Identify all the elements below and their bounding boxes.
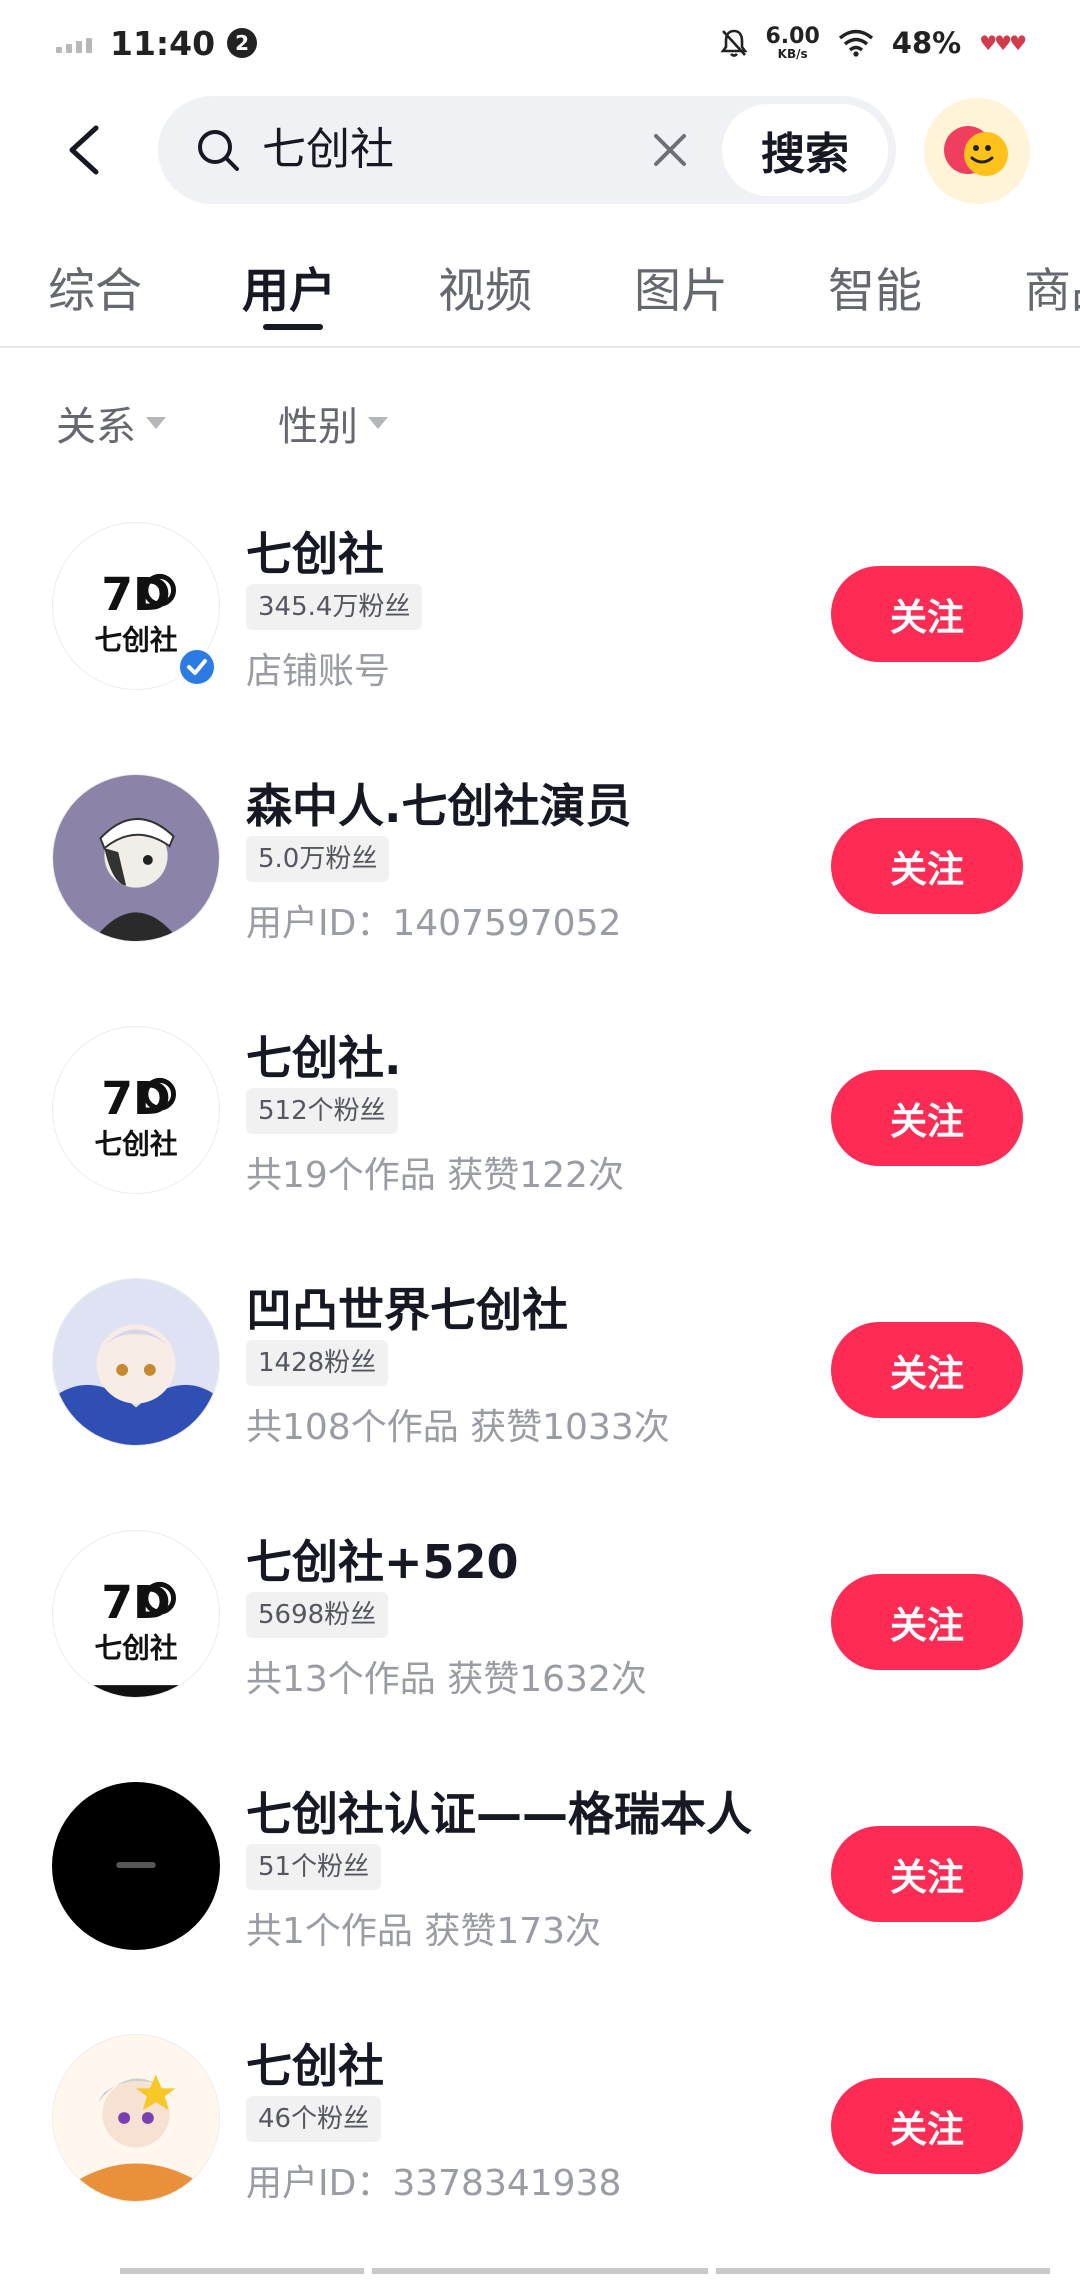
user-row[interactable]: 7D 七创社 七创社 345.4万粉丝 店铺账号 关注 (0, 470, 1080, 722)
net-speed: 6.00 KB/s (765, 24, 820, 61)
user-row[interactable]: 7D 七创社 七创社+520 5698粉丝 共13个作品 获赞1632次 关注 (0, 1478, 1080, 1730)
user-row[interactable]: 7D 七创社 七创社. 512个粉丝 共19个作品 获赞122次 关注 (0, 974, 1080, 1226)
signal-icon (56, 33, 92, 53)
fans-count-badge: 1428粉丝 (246, 1340, 389, 1386)
user-subtitle: 共1个作品 获赞173次 (246, 1911, 602, 1952)
caret-down-icon (146, 417, 166, 429)
fans-count-badge: 51个粉丝 (246, 1844, 382, 1890)
user-name[interactable]: 七创社+520 (246, 1526, 519, 1592)
user-name[interactable]: 凹凸世界七创社 (246, 1274, 568, 1340)
search-icon (198, 130, 239, 171)
scroll-indicator (120, 2268, 1050, 2274)
svg-text:七创社: 七创社 (95, 1631, 178, 1664)
follow-button[interactable]: 关注 (831, 818, 1023, 914)
user-name[interactable]: 七创社 (246, 518, 384, 584)
tab-products[interactable]: 商品 (1024, 252, 1080, 321)
ai-assistant-icon[interactable] (924, 98, 1030, 204)
net-speed-unit: KB/s (777, 47, 808, 61)
fans-count-badge: 46个粉丝 (246, 2096, 382, 2142)
clear-icon[interactable] (648, 128, 692, 172)
svg-text:七创社: 七创社 (95, 1127, 178, 1160)
caret-down-icon (368, 417, 388, 429)
status-left: 11:40 2 (56, 23, 258, 63)
net-speed-value: 6.00 (765, 24, 820, 49)
anime-character-avatar-icon[interactable] (52, 774, 220, 942)
search-header: 七创社 搜索 (0, 94, 1080, 206)
user-subtitle: 共108个作品 获赞1033次 (246, 1407, 670, 1448)
filter-gender-label: 性别 (278, 404, 358, 450)
battery-percent: 48% (891, 26, 962, 60)
user-subtitle: 用户ID：1407597052 (246, 903, 622, 944)
filter-relationship-label: 关系 (56, 404, 136, 450)
qcs-logo-icon[interactable]: 7D 七创社 (52, 1026, 220, 1194)
svg-text:七创社: 七创社 (95, 623, 178, 656)
search-input[interactable]: 七创社 搜索 (158, 96, 896, 204)
user-subtitle: 共19个作品 获赞122次 (246, 1155, 624, 1196)
battery-hearts-icon: ♥♥♥ (979, 31, 1027, 55)
verified-badge-icon (176, 646, 218, 688)
active-tab-indicator (263, 324, 323, 330)
fans-count-badge: 512个粉丝 (246, 1088, 398, 1134)
chibi-character-avatar-icon[interactable] (52, 2034, 220, 2202)
user-row[interactable]: 七创社认证——格瑞本人 51个粉丝 共1个作品 获赞173次 关注 (0, 1730, 1080, 1982)
tab-images[interactable]: 图片 (634, 252, 728, 321)
user-name[interactable]: 七创社认证——格瑞本人 (246, 1778, 752, 1844)
follow-button[interactable]: 关注 (831, 1322, 1023, 1418)
user-row[interactable]: 七创社 46个粉丝 用户ID：3378341938 关注 (0, 1982, 1080, 2234)
filter-relationship[interactable]: 关系 (56, 394, 166, 452)
back-arrow-icon[interactable] (58, 122, 110, 178)
clock: 11:40 (110, 23, 216, 63)
tab-smart[interactable]: 智能 (828, 252, 922, 321)
user-row[interactable]: 凹凸世界七创社 1428粉丝 共108个作品 获赞1033次 关注 (0, 1226, 1080, 1478)
user-subtitle: 用户ID：3378341938 (246, 2163, 622, 2204)
status-bar: 11:40 2 6.00 KB/s 48% ♥♥♥ (0, 0, 1080, 86)
follow-button[interactable]: 关注 (831, 1826, 1023, 1922)
follow-button[interactable]: 关注 (831, 1574, 1023, 1670)
search-query-text: 七创社 (262, 124, 394, 175)
fans-count-badge: 345.4万粉丝 (246, 584, 423, 630)
user-name[interactable]: 七创社. (246, 1022, 401, 1088)
user-row[interactable]: 森中人.七创社演员 5.0万粉丝 用户ID：1407597052 关注 (0, 722, 1080, 974)
search-button[interactable]: 搜索 (722, 104, 888, 196)
category-tabs: 综合 用户 视频 图片 智能 商品 (0, 236, 1080, 348)
follow-button[interactable]: 关注 (831, 566, 1023, 662)
anime-girl-avatar-icon[interactable] (52, 1278, 220, 1446)
black-circle-avatar-icon[interactable] (52, 1782, 220, 1950)
tab-videos[interactable]: 视频 (438, 252, 532, 321)
tab-all[interactable]: 综合 (48, 252, 142, 321)
wifi-icon (838, 29, 873, 57)
fans-count-badge: 5698粉丝 (246, 1592, 389, 1638)
mute-bell-icon (719, 29, 748, 57)
follow-button[interactable]: 关注 (831, 2078, 1023, 2174)
user-subtitle: 店铺账号 (246, 651, 391, 692)
follow-button[interactable]: 关注 (831, 1070, 1023, 1166)
user-name[interactable]: 森中人.七创社演员 (246, 770, 631, 836)
filter-gender[interactable]: 性别 (278, 394, 388, 452)
user-name[interactable]: 七创社 (246, 2030, 384, 2096)
user-subtitle: 共13个作品 获赞1632次 (246, 1659, 647, 1700)
qcs-logo-icon[interactable]: 7D 七创社 (52, 1530, 220, 1698)
fans-count-badge: 5.0万粉丝 (246, 836, 390, 882)
status-right: 6.00 KB/s 48% ♥♥♥ (719, 24, 1027, 61)
notification-count-badge: 2 (227, 28, 258, 58)
tab-users[interactable]: 用户 (242, 252, 336, 321)
